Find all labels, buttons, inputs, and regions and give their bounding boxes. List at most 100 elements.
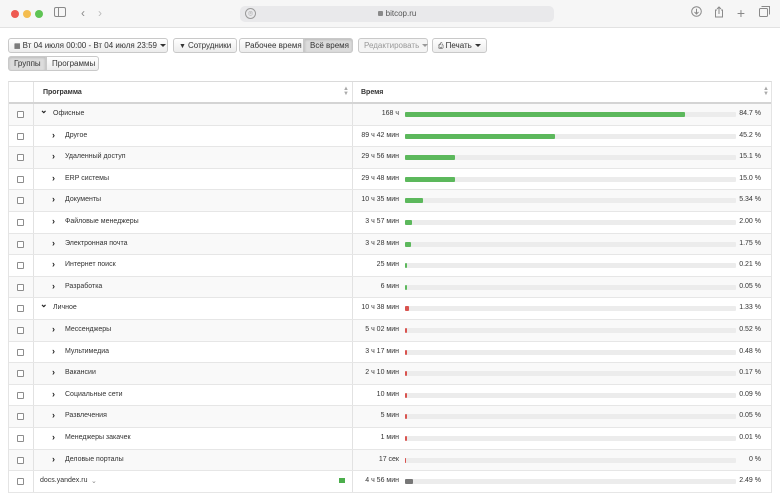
share-icon[interactable] <box>711 6 727 21</box>
row-checkbox[interactable] <box>17 197 24 205</box>
date-range-picker[interactable]: ▦ Вт 04 июля 00:00 - Вт 04 июля 23:59 <box>8 38 168 53</box>
row-percent: 0 % <box>748 455 761 463</box>
usage-bar-fill <box>405 155 455 161</box>
address-bar[interactable]: ⌾ bitcop.ru <box>240 6 554 22</box>
chevron-right-icon[interactable]: › <box>52 238 55 248</box>
column-divider <box>352 211 353 233</box>
row-checkbox[interactable] <box>17 175 24 183</box>
chevron-down-icon[interactable]: ⌄ <box>40 105 48 116</box>
sidebar-icon[interactable] <box>52 6 68 21</box>
row-checkbox[interactable] <box>17 283 24 291</box>
chevron-right-icon[interactable]: › <box>52 130 55 140</box>
row-checkbox[interactable] <box>17 154 24 162</box>
row-percent: 0.05 % <box>739 282 761 290</box>
download-icon[interactable] <box>688 6 704 21</box>
work-time-button[interactable]: Рабочее время <box>239 38 304 53</box>
employees-filter-button[interactable]: ▼ Сотрудники <box>173 38 238 53</box>
column-divider <box>352 168 353 190</box>
table-row[interactable]: › Мессенджеры 5 ч 02 мин 0.52 % <box>9 319 771 342</box>
print-dropdown-button[interactable]: ⎙ Печать <box>432 38 487 53</box>
chevron-right-icon[interactable]: › <box>52 324 55 334</box>
table-row[interactable]: › Удаленный доступ 29 ч 56 мин 15.1 % <box>9 147 771 169</box>
column-divider <box>33 449 34 471</box>
chevron-right-icon[interactable]: › <box>52 216 55 226</box>
column-divider <box>33 384 34 406</box>
row-checkbox[interactable] <box>17 391 24 399</box>
row-checkbox[interactable] <box>17 240 24 248</box>
row-checkbox[interactable] <box>17 370 24 378</box>
chevron-right-icon[interactable]: › <box>52 389 55 399</box>
tab-programs-label: Программы <box>52 59 96 68</box>
chevron-right-icon[interactable]: › <box>52 194 55 204</box>
forward-icon[interactable]: › <box>92 6 108 21</box>
row-checkbox[interactable] <box>17 413 24 421</box>
table-row[interactable]: ⌄ Личное 10 ч 38 мин 1.33 % <box>9 298 771 320</box>
table-row[interactable]: › Документы 10 ч 35 мин 5.34 % <box>9 190 771 212</box>
minimize-window-button[interactable] <box>23 10 31 18</box>
column-header-time[interactable]: Время <box>361 89 383 96</box>
chevron-down-icon[interactable]: ⌄ <box>91 477 97 485</box>
table-row[interactable]: › Мультимедиа 3 ч 17 мин 0.48 % <box>9 341 771 364</box>
column-header-program[interactable]: Программа <box>43 89 82 96</box>
table-row[interactable]: › Развлечения 5 мин 0.05 % <box>9 406 771 428</box>
back-icon[interactable]: ‹ <box>75 6 91 21</box>
table-row[interactable]: › ERP системы 29 ч 48 мин 15.0 % <box>9 168 771 191</box>
row-percent: 15.0 % <box>739 174 761 182</box>
table-row[interactable]: › Интернет поиск 25 мин 0.21 % <box>9 255 771 277</box>
table-row[interactable]: › Вакансии 2 ч 10 мин 0.17 % <box>9 363 771 385</box>
usage-bar-fill <box>405 263 407 269</box>
table-row[interactable]: › Электронная почта 3 ч 28 мин 1.75 % <box>9 233 771 256</box>
row-checkbox[interactable] <box>17 305 24 313</box>
table-row[interactable]: › Файловые менеджеры 3 ч 57 мин 2.00 % <box>9 211 771 234</box>
row-label: Другое <box>65 131 88 139</box>
all-time-button[interactable]: Всё время <box>304 38 353 53</box>
table-row[interactable]: docs.yandex.ru ⌄ 4 ч 56 мин 2.49 % <box>9 471 771 493</box>
sort-icon[interactable]: ▲ ▼ <box>343 86 349 97</box>
column-divider <box>33 125 34 147</box>
tabs-icon[interactable] <box>756 6 772 21</box>
column-divider <box>33 104 34 125</box>
chevron-down-icon[interactable]: ⌄ <box>40 299 48 310</box>
row-percent: 0.05 % <box>739 412 761 420</box>
row-checkbox[interactable] <box>17 132 24 140</box>
table-row[interactable]: › Разработка 6 мин 0.05 % <box>9 276 771 299</box>
chevron-right-icon[interactable]: › <box>52 367 55 377</box>
row-checkbox[interactable] <box>17 218 24 226</box>
chevron-right-icon[interactable]: › <box>52 454 55 464</box>
filter-icon: ▼ <box>179 43 186 50</box>
table-row[interactable]: › Другое 89 ч 42 мин 45.2 % <box>9 125 771 148</box>
chevron-right-icon[interactable]: › <box>52 259 55 269</box>
tab-groups[interactable]: Группы <box>8 56 46 71</box>
row-checkbox[interactable] <box>17 111 24 118</box>
row-percent: 5.34 % <box>739 196 761 204</box>
chevron-right-icon[interactable]: › <box>52 151 55 161</box>
column-divider <box>352 104 353 125</box>
chevron-right-icon[interactable]: › <box>52 432 55 442</box>
row-checkbox[interactable] <box>17 478 24 486</box>
row-checkbox[interactable] <box>17 262 24 270</box>
chevron-right-icon[interactable]: › <box>52 410 55 420</box>
row-checkbox[interactable] <box>17 456 24 464</box>
column-divider <box>352 363 353 384</box>
zoom-window-button[interactable] <box>35 10 43 18</box>
table-row[interactable]: › Менеджеры закачек 1 мин 0.01 % <box>9 427 771 450</box>
new-tab-icon[interactable]: + <box>733 6 749 21</box>
row-checkbox[interactable] <box>17 434 24 442</box>
sort-icon[interactable]: ▲ ▼ <box>763 86 769 97</box>
row-time: 10 мин <box>376 390 399 398</box>
column-divider <box>352 147 353 168</box>
chevron-right-icon[interactable]: › <box>52 346 55 356</box>
row-percent: 0.52 % <box>739 325 761 333</box>
close-window-button[interactable] <box>11 10 19 18</box>
row-percent: 2.00 % <box>739 217 761 225</box>
site-icon[interactable] <box>339 478 345 484</box>
table-row[interactable]: › Деловые порталы 17 сек 0 % <box>9 449 771 472</box>
table-row[interactable]: ⌄ Офисные 168 ч 84.7 % <box>9 104 771 126</box>
row-checkbox[interactable] <box>17 348 24 356</box>
row-checkbox[interactable] <box>17 326 24 334</box>
chevron-right-icon[interactable]: › <box>52 281 55 291</box>
table-row[interactable]: › Социальные сети 10 мин 0.09 % <box>9 384 771 407</box>
edit-dropdown-button[interactable]: Редактировать <box>358 38 429 53</box>
chevron-right-icon[interactable]: › <box>52 173 55 183</box>
tab-programs[interactable]: Программы <box>46 56 99 71</box>
